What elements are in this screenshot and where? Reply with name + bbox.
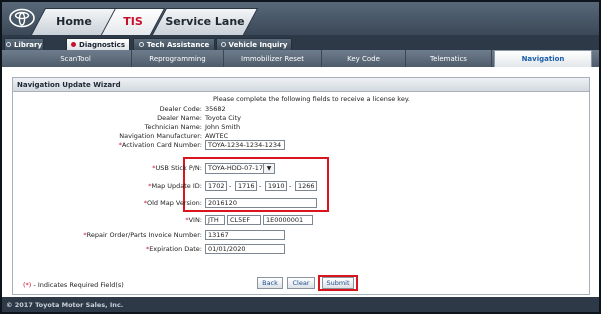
tab-tis[interactable]: TIS	[100, 8, 166, 35]
nav-manufacturer-label: Navigation Manufacturer:	[119, 132, 202, 140]
old-map-version-label-text: Old Map Version:	[147, 199, 202, 207]
submit-button[interactable]: Submit	[322, 277, 354, 289]
map-id-part-1-input[interactable]: 1702	[205, 181, 227, 191]
nav-navigation[interactable]: Navigation	[494, 50, 592, 67]
tab-diagnostics-label: Diagnostics	[79, 40, 125, 49]
map-update-id-label-text: Map Update ID:	[151, 182, 202, 190]
tab-library-label: Library	[13, 40, 43, 49]
tab-vehicle-inquiry-label: Vehicle Inquiry	[228, 40, 288, 49]
dealer-code-label: Dealer Code:	[159, 105, 202, 113]
tis-window: Home Service Lane TIS Library Diagnostic…	[0, 0, 601, 314]
tab-home-label: Home	[56, 15, 92, 28]
chevron-down-icon[interactable]: ▼	[263, 164, 274, 173]
dealer-name-value: Toyota City	[205, 114, 242, 122]
tab-service-lane[interactable]: Service Lane	[151, 8, 259, 35]
clear-button[interactable]: Clear	[287, 277, 315, 289]
usb-stick-value: TOYA-HDD-07-17	[208, 164, 263, 172]
nav-scantool-label: ScanTool	[60, 54, 91, 63]
required-marker: (*)	[23, 281, 32, 289]
map-id-part-4-input[interactable]: 1266	[295, 181, 317, 191]
technician-label: Technician Name:	[144, 123, 202, 131]
radio-dot-icon	[5, 42, 11, 47]
vin-part-2-input[interactable]: CL5EF	[227, 215, 261, 225]
radio-dot-icon	[71, 42, 77, 47]
old-map-version-row: *Old Map Version: 2016120	[13, 198, 591, 208]
repair-order-label: *Repair Order/Parts Invoice Number:	[83, 231, 202, 239]
nav-immobilizer-reset-label: Immobilizer Reset	[241, 54, 304, 63]
usb-stick-label: *USB Stick P/N:	[152, 164, 202, 172]
vin-row: *VIN: JTH CL5EF 1E0000001	[13, 215, 591, 225]
wizard-instructions: Please complete the following fields to …	[213, 95, 410, 103]
dealer-name-label: Dealer Name:	[157, 114, 202, 122]
repair-order-label-text: Repair Order/Parts Invoice Number:	[86, 231, 202, 239]
nav-telematics[interactable]: Telematics	[406, 50, 492, 67]
tab-tech-assistance[interactable]: Tech Assistance	[133, 38, 215, 50]
usb-stick-select[interactable]: TOYA-HDD-07-17 ▼	[205, 163, 275, 174]
repair-order-input[interactable]: 13167	[205, 230, 285, 240]
nav-scantool[interactable]: ScanTool	[20, 50, 132, 67]
tab-home[interactable]: Home	[30, 8, 118, 35]
expiration-date-label-text: Expiration Date:	[149, 245, 202, 253]
radio-dot-icon	[220, 42, 226, 47]
back-button[interactable]: Back	[257, 277, 283, 289]
map-id-separator: -	[259, 182, 262, 190]
vin-part-3-input[interactable]: 1E0000001	[263, 215, 313, 225]
repair-order-row: *Repair Order/Parts Invoice Number: 1316…	[13, 230, 591, 240]
old-map-version-label: *Old Map Version:	[144, 199, 202, 207]
tab-service-lane-label: Service Lane	[165, 15, 245, 28]
nav-reprogramming-label: Reprogramming	[149, 54, 206, 63]
nav-key-code-label: Key Code	[347, 54, 380, 63]
tab-tis-label: TIS	[123, 15, 143, 28]
activation-card-label-text: Activation Card Number:	[121, 141, 202, 149]
nav-navigation-label: Navigation	[521, 55, 565, 63]
map-id-separator: -	[229, 182, 232, 190]
map-id-part-3-input[interactable]: 1910	[265, 181, 287, 191]
map-id-part-2-input[interactable]: 1716	[235, 181, 257, 191]
technician-value: John Smith	[205, 123, 241, 131]
navigation-update-wizard-panel: Navigation Update Wizard Please complete…	[12, 77, 590, 295]
secondary-tab-bar: Library Diagnostics Tech Assistance Vehi…	[2, 35, 599, 50]
tab-diagnostics[interactable]: Diagnostics	[66, 38, 130, 50]
usb-stick-label-text: USB Stick P/N:	[155, 164, 202, 172]
toyota-logo-icon[interactable]	[8, 7, 36, 29]
vin-part-1-input[interactable]: JTH	[205, 215, 225, 225]
dealer-code-value: 35682	[205, 105, 226, 113]
main-content: Navigation Update Wizard Please complete…	[2, 67, 599, 297]
map-update-id-row: *Map Update ID: 1702 - 1716 - 1910 - 126…	[13, 181, 591, 191]
top-header: Home Service Lane TIS	[2, 2, 599, 35]
nav-reprogramming[interactable]: Reprogramming	[132, 50, 224, 67]
radio-dot-icon	[138, 42, 144, 47]
activation-card-label: *Activation Card Number:	[119, 141, 202, 149]
usb-stick-row: *USB Stick P/N: TOYA-HDD-07-17 ▼	[13, 163, 591, 174]
expiration-date-input[interactable]: 01/01/2020	[205, 244, 285, 254]
expiration-date-row: *Expiration Date: 01/01/2020	[13, 244, 591, 254]
required-note-text: - Indicates Required Field(s)	[33, 281, 124, 289]
nav-manufacturer-value: AWTEC	[205, 132, 229, 140]
nav-immobilizer-reset[interactable]: Immobilizer Reset	[224, 50, 322, 67]
nav-telematics-label: Telematics	[430, 54, 467, 63]
nav-key-code[interactable]: Key Code	[322, 50, 406, 67]
map-id-separator: -	[289, 182, 292, 190]
activation-card-row: *Activation Card Number: TOYA-1234-1234-…	[13, 140, 591, 150]
vin-label-text: VIN:	[188, 216, 202, 224]
function-nav-bar: ScanTool Reprogramming Immobilizer Reset…	[2, 50, 599, 67]
wizard-title: Navigation Update Wizard	[13, 78, 589, 92]
tab-tech-assistance-label: Tech Assistance	[146, 40, 210, 49]
tab-library[interactable]: Library	[4, 38, 44, 50]
copyright-footer: © 2017 Toyota Motor Sales, Inc.	[2, 297, 599, 312]
tab-vehicle-inquiry[interactable]: Vehicle Inquiry	[216, 38, 292, 50]
old-map-version-input[interactable]: 2016120	[205, 198, 317, 208]
required-fields-note: (*) - Indicates Required Field(s)	[23, 281, 124, 289]
vin-label: *VIN:	[185, 216, 202, 224]
activation-card-input[interactable]: TOYA-1234-1234-1234	[205, 140, 285, 150]
map-update-id-label: *Map Update ID:	[148, 182, 202, 190]
expiration-date-label: *Expiration Date:	[146, 245, 202, 253]
